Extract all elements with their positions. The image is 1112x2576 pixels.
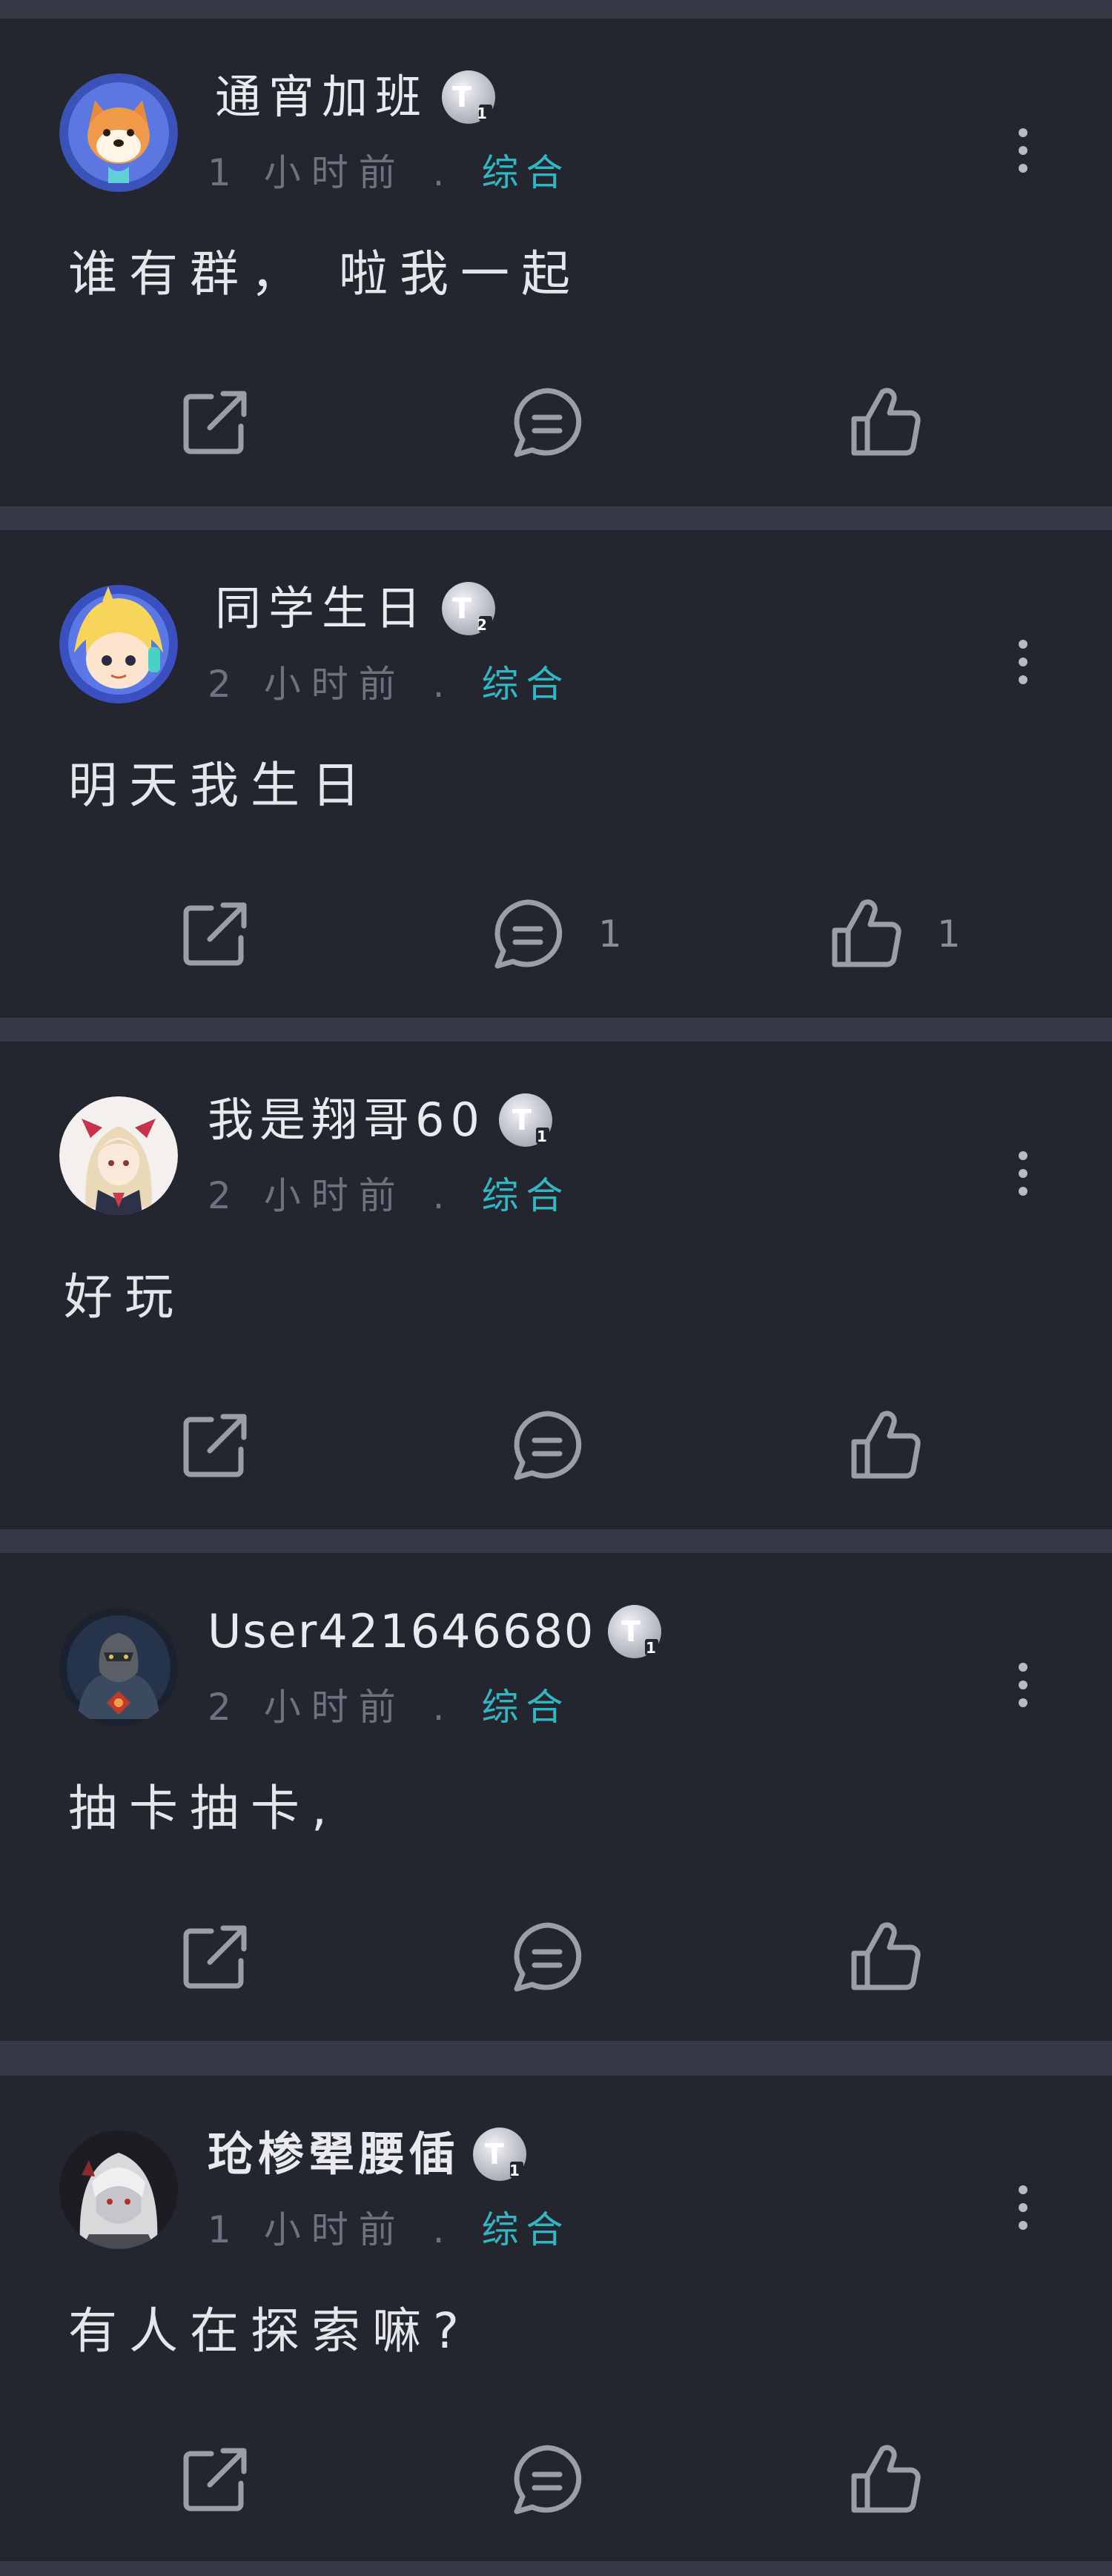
- svg-text:T: T: [452, 81, 479, 113]
- comment-icon: [514, 388, 582, 457]
- category-tag[interactable]: 综合: [481, 1686, 570, 1729]
- share-icon: [183, 1414, 247, 1477]
- comment-button[interactable]: [506, 382, 618, 463]
- post-meta: 2 小时前 . 综合: [208, 660, 570, 708]
- thumbs-up-icon: [851, 1411, 921, 1479]
- comment-button[interactable]: [506, 2439, 618, 2520]
- post-meta: 2 小时前 . 综合: [208, 1683, 570, 1731]
- post-time: 1 小时前: [208, 151, 406, 194]
- like-button[interactable]: [845, 1916, 956, 1998]
- category-tag[interactable]: 综合: [481, 2208, 570, 2251]
- post-feed: 通宵加班 T 1 1 小时前 . 综合 谁有群， 啦我一起 同学生日 T 2 2…: [0, 0, 1112, 2576]
- meta-separator: .: [432, 1686, 455, 1729]
- thumbs-up-icon: [832, 899, 901, 967]
- post-content[interactable]: 抽卡抽卡,: [68, 1775, 339, 1842]
- level-badge-icon: T 2: [439, 579, 498, 638]
- username[interactable]: 同学生日 T 2: [215, 579, 498, 638]
- more-options-icon[interactable]: [1010, 1150, 1036, 1197]
- share-button[interactable]: [174, 1405, 256, 1486]
- post-time: 2 小时前: [208, 1686, 406, 1729]
- thumbs-up-icon: [851, 1922, 921, 1990]
- post-content[interactable]: 明天我生日: [68, 752, 372, 819]
- username[interactable]: 玱椮翚腰偛 T 1: [208, 2125, 529, 2184]
- more-options-icon[interactable]: [1010, 638, 1036, 686]
- share-button[interactable]: [174, 1916, 256, 1998]
- like-button[interactable]: [845, 382, 956, 463]
- more-options-icon[interactable]: [1010, 1661, 1036, 1709]
- post-time: 2 小时前: [208, 1174, 406, 1217]
- svg-text:T: T: [452, 592, 479, 625]
- username-text[interactable]: 通宵加班: [215, 67, 428, 127]
- post-time: 2 小时前: [208, 663, 406, 706]
- comment-icon: [514, 1411, 582, 1480]
- post-meta: 2 小时前 . 综合: [208, 1172, 570, 1219]
- share-button[interactable]: [174, 893, 256, 975]
- shiba-dog-avatar[interactable]: [59, 73, 178, 192]
- post-content[interactable]: 好玩: [64, 1264, 185, 1331]
- category-tag[interactable]: 综合: [481, 151, 570, 194]
- white-hair-character-avatar[interactable]: [59, 2130, 178, 2249]
- username-text[interactable]: 同学生日: [215, 579, 428, 638]
- username[interactable]: 通宵加班 T 1: [215, 67, 498, 127]
- share-button[interactable]: [174, 2439, 256, 2520]
- like-button[interactable]: [845, 2439, 956, 2520]
- level-badge-icon: T 1: [496, 1090, 555, 1150]
- meta-separator: .: [432, 1174, 455, 1217]
- share-button[interactable]: [174, 382, 256, 463]
- meta-separator: .: [432, 2208, 455, 2251]
- category-tag[interactable]: 综合: [481, 663, 570, 706]
- comment-button[interactable]: [506, 1405, 618, 1486]
- level-badge-icon: T 1: [605, 1602, 664, 1661]
- comment-button[interactable]: [506, 1916, 618, 1998]
- post-content[interactable]: 有人在探索嘛?: [68, 2298, 471, 2365]
- like-button[interactable]: 1: [826, 893, 961, 975]
- svg-text:1: 1: [646, 1639, 658, 1657]
- post-card[interactable]: 同学生日 T 2 2 小时前 . 综合 明天我生日 1 1: [0, 530, 1112, 1018]
- username-text[interactable]: User421646680: [208, 1602, 595, 1661]
- like-button[interactable]: [845, 1405, 956, 1486]
- thumbs-up-icon: [851, 388, 921, 456]
- post-card[interactable]: 通宵加班 T 1 1 小时前 . 综合 谁有群， 啦我一起: [0, 19, 1112, 506]
- meta-separator: .: [432, 151, 455, 194]
- comment-button[interactable]: 1: [487, 893, 622, 975]
- share-icon: [183, 902, 247, 966]
- post-card[interactable]: 我是翔哥60 T 1 2 小时前 . 综合 好玩: [0, 1042, 1112, 1529]
- comment-icon: [514, 2445, 582, 2514]
- username-text[interactable]: 玱椮翚腰偛: [208, 2125, 460, 2184]
- post-time: 1 小时前: [208, 2208, 406, 2251]
- share-icon: [183, 1925, 247, 1989]
- username-text[interactable]: 我是翔哥60: [208, 1090, 486, 1150]
- post-card[interactable]: User421646680 T 1 2 小时前 . 综合 抽卡抽卡,: [0, 1553, 1112, 2041]
- level-badge-icon: T 1: [439, 67, 498, 127]
- comment-count: 1: [598, 913, 622, 956]
- more-options-icon[interactable]: [1010, 127, 1036, 174]
- svg-text:T: T: [512, 1104, 533, 1136]
- username[interactable]: User421646680 T 1: [208, 1602, 664, 1661]
- username[interactable]: 我是翔哥60 T 1: [208, 1090, 555, 1150]
- category-tag[interactable]: 综合: [481, 1174, 570, 1217]
- post-content[interactable]: 谁有群， 啦我一起: [68, 241, 582, 308]
- svg-text:T: T: [485, 2138, 509, 2171]
- thumbs-up-icon: [851, 2445, 921, 2513]
- post-card[interactable]: 玱椮翚腰偛 T 1 1 小时前 . 综合 有人在探索嘛?: [0, 2076, 1112, 2561]
- more-options-icon[interactable]: [1010, 2184, 1036, 2231]
- svg-text:2: 2: [477, 616, 494, 634]
- comment-icon: [514, 1922, 582, 1992]
- anime-girl-avatar[interactable]: [59, 1096, 178, 1215]
- post-meta: 1 小时前 . 综合: [208, 149, 570, 196]
- comment-icon: [494, 899, 563, 969]
- svg-text:1: 1: [537, 1128, 549, 1145]
- share-icon: [183, 391, 247, 454]
- meta-separator: .: [432, 663, 455, 706]
- share-icon: [183, 2448, 247, 2512]
- svg-text:1: 1: [509, 2162, 524, 2179]
- level-badge-icon: T 1: [470, 2125, 529, 2184]
- armored-warrior-avatar[interactable]: [59, 1608, 178, 1726]
- svg-text:T: T: [621, 1615, 642, 1648]
- blonde-girl-avatar[interactable]: [59, 585, 178, 703]
- post-meta: 1 小时前 . 综合: [208, 2206, 570, 2254]
- svg-text:1: 1: [477, 105, 494, 122]
- like-count: 1: [937, 913, 961, 956]
